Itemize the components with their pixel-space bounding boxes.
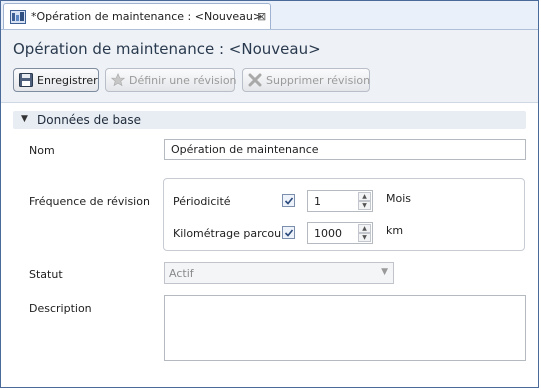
delete-revision-label: Supprimer révision xyxy=(266,74,371,87)
frequency-label: Fréquence de révision xyxy=(29,195,150,208)
periodicity-checkbox[interactable] xyxy=(282,194,295,207)
floppy-disk-icon xyxy=(19,73,33,87)
checkmark-icon xyxy=(284,229,294,237)
description-label: Description xyxy=(29,302,92,315)
save-button[interactable]: Enregistrer xyxy=(13,68,99,92)
checkmark-icon xyxy=(284,197,294,205)
status-select[interactable]: Actif ▼ xyxy=(164,262,394,284)
name-label: Nom xyxy=(29,144,55,157)
close-icon[interactable]: ⊠ xyxy=(257,10,266,23)
spinner-down-icon[interactable]: ▼ xyxy=(358,201,371,210)
define-revision-label: Définir une révision xyxy=(129,74,237,87)
section-title: Données de base xyxy=(37,113,142,127)
periodicity-label: Périodicité xyxy=(173,195,231,208)
tab-title: *Opération de maintenance : <Nouveau> xyxy=(31,10,263,23)
status-label: Statut xyxy=(29,268,63,281)
description-textarea[interactable] xyxy=(164,295,526,361)
name-field[interactable]: Opération de maintenance xyxy=(164,139,526,160)
chevron-down-icon: ▼ xyxy=(21,114,28,124)
delete-revision-button[interactable]: Supprimer révision xyxy=(242,68,370,92)
tab-editor[interactable]: *Opération de maintenance : <Nouveau> ⊠ xyxy=(3,3,271,29)
chevron-down-icon: ▼ xyxy=(381,267,388,277)
periodicity-spinner[interactable]: 1 ▲ ▼ xyxy=(307,190,373,212)
mileage-value: 1000 xyxy=(314,227,342,240)
define-revision-button[interactable]: Définir une révision xyxy=(105,68,237,92)
periodicity-unit: Mois xyxy=(386,192,412,205)
status-value: Actif xyxy=(169,267,194,280)
section-header[interactable]: ▼ Données de base xyxy=(13,111,526,129)
spinner-down-icon[interactable]: ▼ xyxy=(358,233,371,242)
page-title: Opération de maintenance : <Nouveau> xyxy=(13,40,321,58)
cross-icon xyxy=(248,73,262,87)
editor-header: Opération de maintenance : <Nouveau> Enr… xyxy=(1,30,538,103)
tab-strip: *Opération de maintenance : <Nouveau> ⊠ xyxy=(1,1,538,30)
star-icon xyxy=(111,73,125,87)
mileage-unit: km xyxy=(386,224,404,237)
mileage-spinner[interactable]: 1000 ▲ ▼ xyxy=(307,222,373,244)
periodicity-value: 1 xyxy=(314,195,321,208)
mileage-label: Kilométrage parcou xyxy=(173,227,282,240)
spinner-up-icon[interactable]: ▲ xyxy=(358,192,371,201)
maintenance-editor-icon xyxy=(10,10,26,24)
mileage-checkbox[interactable] xyxy=(282,226,295,239)
save-button-label: Enregistrer xyxy=(37,74,98,87)
spinner-up-icon[interactable]: ▲ xyxy=(358,224,371,233)
